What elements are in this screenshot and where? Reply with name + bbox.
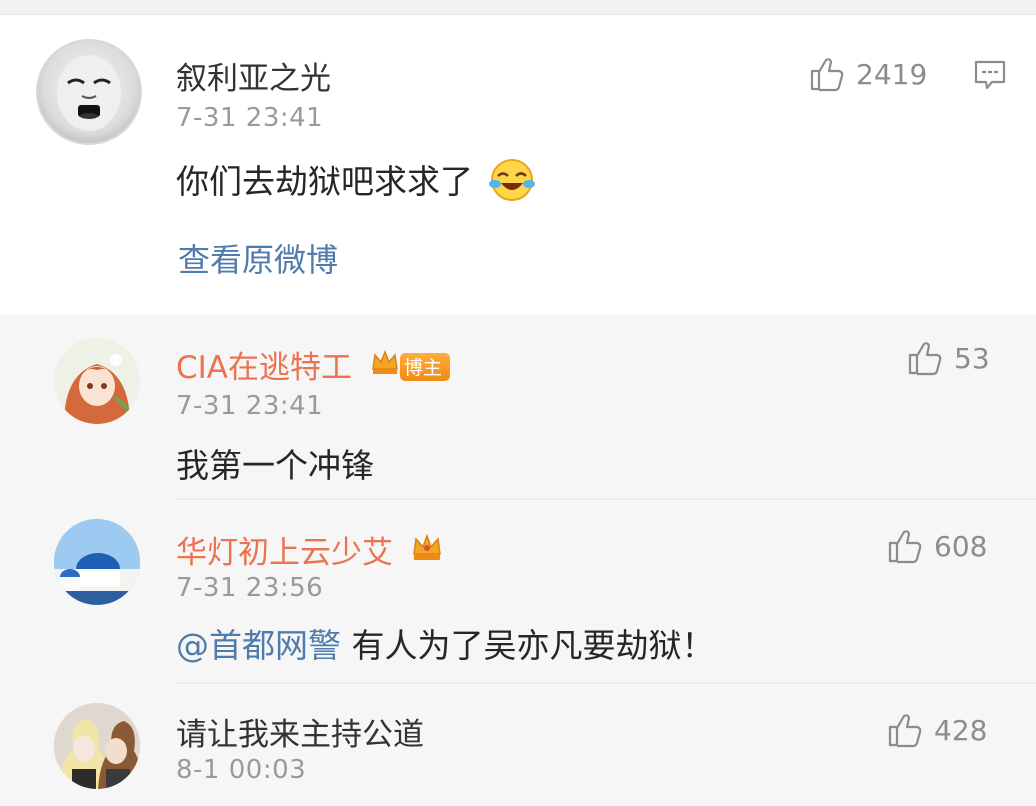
reply-comment-icon[interactable]: [972, 57, 1008, 97]
main-comment-author[interactable]: 叙利亚之光: [176, 53, 331, 98]
reply-3-like-count: 428: [934, 713, 988, 747]
reply-1-like-button[interactable]: 53: [906, 339, 990, 377]
crown-icon: [370, 349, 400, 385]
santorini-avatar[interactable]: [54, 519, 140, 605]
main-comment-like-button[interactable]: 2419: [808, 55, 927, 93]
main-comment-time: 7-31 23:41: [176, 103, 324, 133]
reply-3-time: 8-1 00:03: [176, 755, 307, 785]
anime-girl-avatar[interactable]: [54, 338, 140, 424]
couple-drawing-avatar[interactable]: [54, 703, 140, 789]
main-comment-like-count: 2419: [856, 57, 928, 91]
thumbs-up-icon: [888, 714, 922, 748]
reply-2-time: 7-31 23:56: [176, 573, 324, 603]
crown-icon: [411, 533, 443, 571]
view-original-weibo-link[interactable]: 查看原微博: [178, 235, 338, 281]
mention-link[interactable]: @首都网警: [176, 626, 341, 665]
reply-1-text: 我第一个冲锋: [176, 446, 374, 485]
reply-1-author-name[interactable]: CIA在逃特工: [176, 350, 352, 386]
thumbs-up-icon: [888, 530, 922, 564]
reply-divider: [176, 682, 1036, 684]
reply-list: CIA在逃特工 博主 7-31 23:41 我第一个冲锋 53 华灯初上云少艾: [0, 315, 1036, 806]
thumbs-up-icon: [810, 58, 844, 92]
reply-1-author: CIA在逃特工 博主: [176, 342, 450, 388]
reply-2-like-count: 608: [934, 529, 988, 563]
reply-2-body: 有人为了吴亦凡要劫狱！: [341, 626, 715, 665]
reply-3-author[interactable]: 请让我来主持公道: [176, 709, 424, 754]
reply-2-text: @首都网警 有人为了吴亦凡要劫狱！: [176, 619, 715, 667]
main-comment-text: 你们去劫狱吧求求了: [176, 155, 536, 210]
thumbs-up-icon: [908, 342, 942, 376]
reply-1-like-count: 53: [954, 341, 990, 375]
reply-2-author: 华灯初上云少艾: [176, 527, 443, 574]
reply-2-author-name[interactable]: 华灯初上云少艾: [176, 535, 393, 571]
reply-1-time: 7-31 23:41: [176, 391, 324, 421]
laugh-cry-emoji-icon: [488, 158, 536, 210]
meme-face-avatar[interactable]: [36, 39, 142, 145]
main-comment: 叙利亚之光 7-31 23:41 你们去劫狱吧求求了 查看原微博 2419: [0, 15, 1036, 315]
top-separator: [0, 0, 1036, 15]
reply-divider: [176, 498, 1036, 500]
reply-2-like-button[interactable]: 608: [886, 527, 987, 565]
blogger-badge: 博主: [399, 352, 450, 381]
reply-3-like-button[interactable]: 428: [886, 711, 987, 749]
main-comment-body: 你们去劫狱吧求求了: [176, 162, 473, 201]
